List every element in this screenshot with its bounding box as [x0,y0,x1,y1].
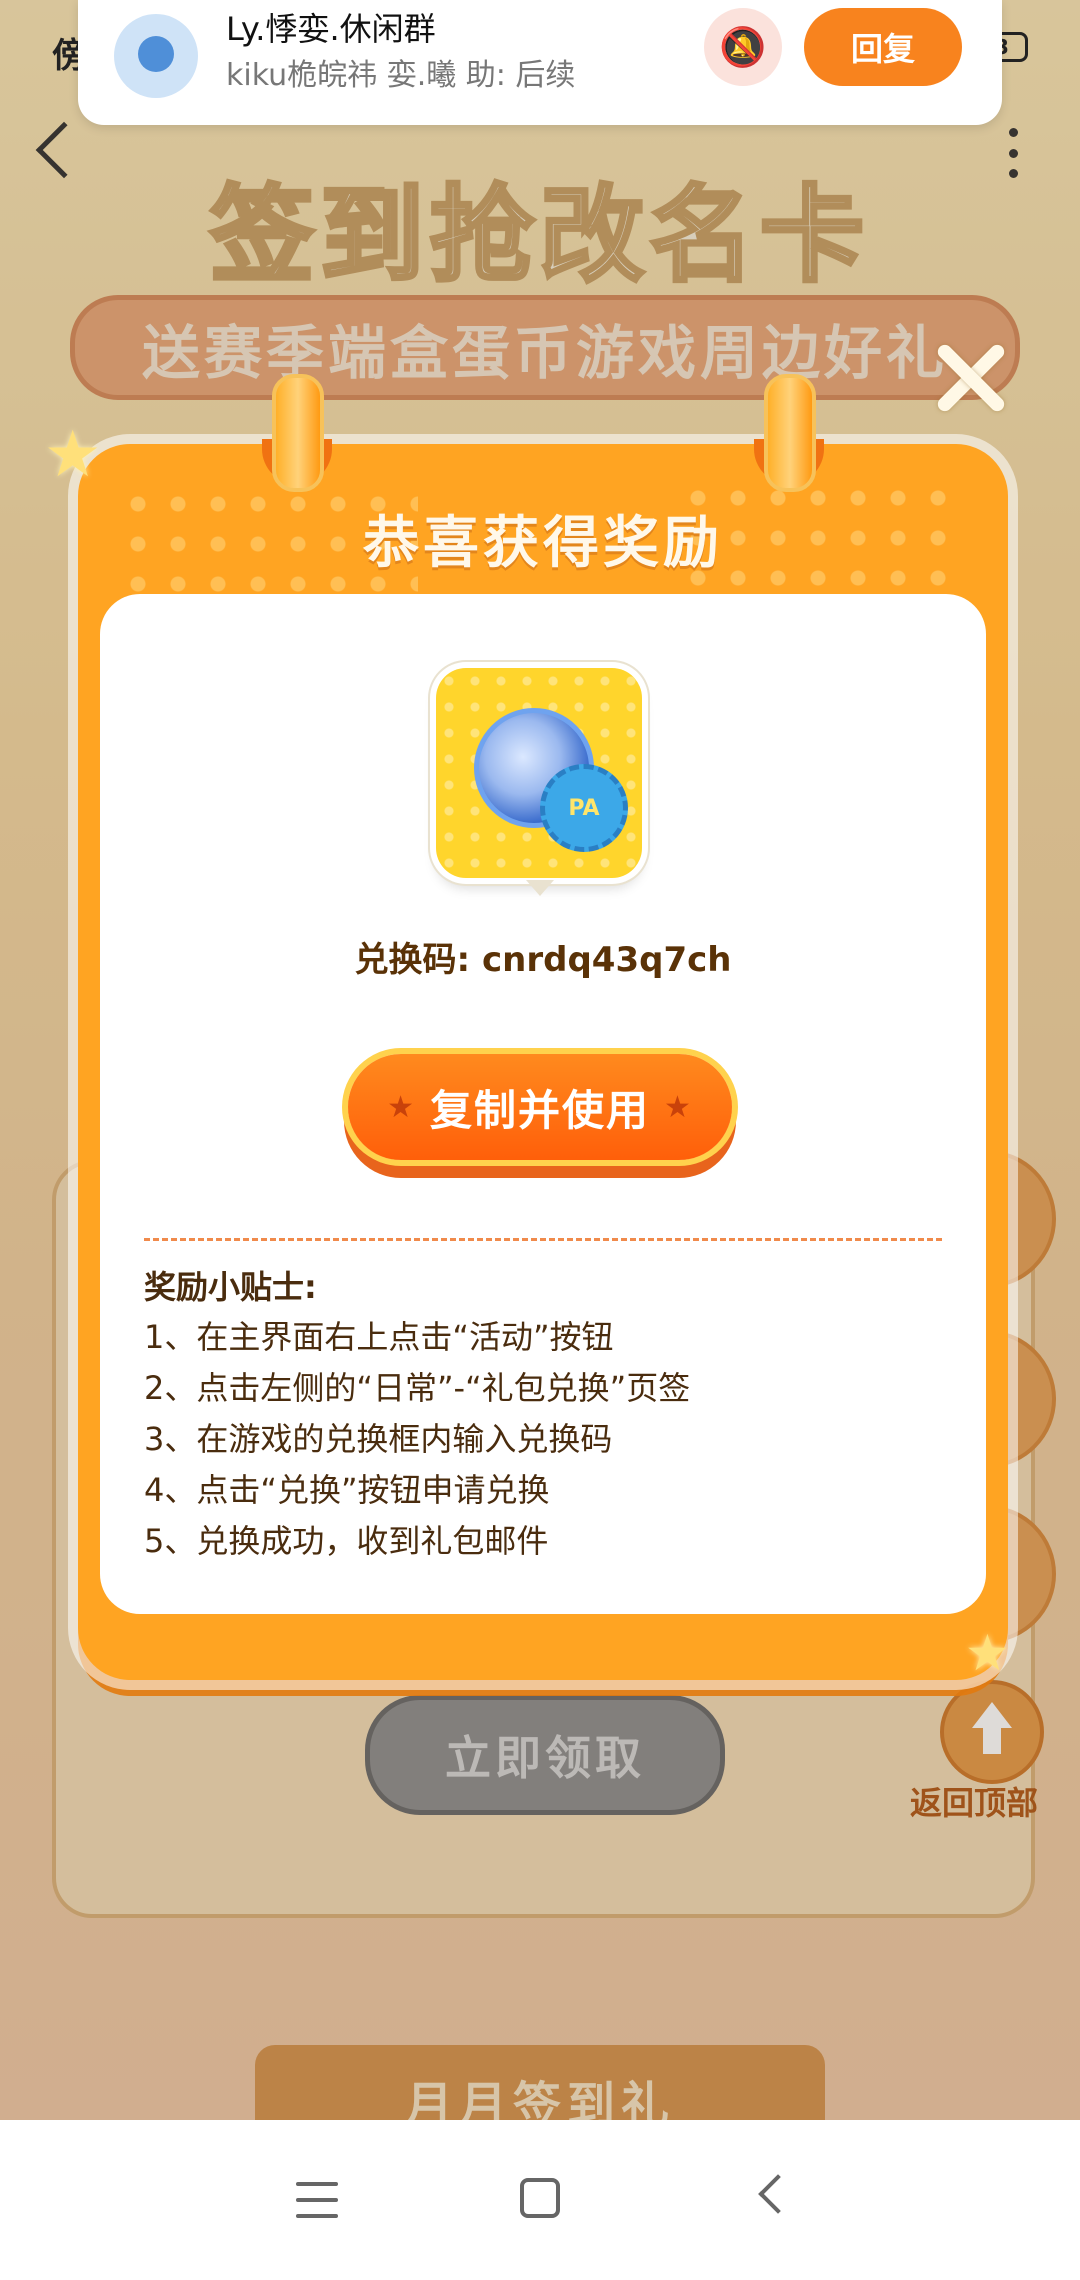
redeem-code-value[interactable]: cnrdq43q7ch [482,940,731,980]
star-icon: ★ [664,1089,693,1125]
card-pointer [526,880,554,896]
bottle-cap-icon: PA [540,764,628,852]
tip-item: 5、兑换成功，收到礼包邮件 [144,1522,549,1560]
tip-item: 3、在游戏的兑换框内输入兑换码 [144,1420,613,1458]
bell-off-icon[interactable]: 🔕 [704,8,782,86]
redeem-code-label: 兑换码: [354,940,471,980]
reward-modal: 恭喜获得奖励 PA 兑换码: cnrdq43q7ch ★ 复制并使用 ★ 奖励小… [78,374,1008,1680]
close-icon[interactable] [930,338,1010,418]
notification-banner[interactable]: Ly.悸娈.休闲群 kiku桅皖祎 娈.曦 助: 后续 🔕 回复 [78,0,1002,125]
copy-and-use-label: 复制并使用 [429,1085,650,1135]
group-avatar [114,14,198,98]
notification-body: kiku桅皖祎 娈.曦 助: 后续 [226,58,576,93]
sparkle-icon: ★ [44,418,102,492]
modal-content: PA 兑换码: cnrdq43q7ch ★ 复制并使用 ★ 奖励小贴士: 1、在… [100,594,986,1614]
redeem-code[interactable]: 兑换码: cnrdq43q7ch [100,932,986,981]
sparkle-icon: ★ [965,1624,1010,1682]
copy-and-use-button[interactable]: ★ 复制并使用 ★ [348,1054,732,1160]
system-nav-bar [0,2120,1080,2280]
binder-ring [764,374,816,492]
nav-back-icon[interactable] [758,2174,798,2214]
reply-button[interactable]: 回复 [804,8,962,86]
dashed-divider [144,1238,942,1241]
reward-item-card: PA [436,668,642,878]
tips-list: 1、在主界面右上点击“活动”按钮 2、点击左侧的“日常”-“礼包兑换”页签 3、… [144,1312,690,1567]
modal-title: 恭喜获得奖励 [363,511,723,576]
star-icon: ★ [387,1089,416,1125]
tip-item: 1、在主界面右上点击“活动”按钮 [144,1318,614,1356]
tips-title: 奖励小贴士: [144,1268,317,1306]
notification-title: Ly.悸娈.休闲群 [226,10,436,48]
tip-item: 4、点击“兑换”按钮申请兑换 [144,1471,550,1509]
home-icon[interactable] [520,2178,560,2218]
recent-apps-icon[interactable] [296,2182,338,2218]
binder-ring [272,374,324,492]
tip-item: 2、点击左侧的“日常”-“礼包兑换”页签 [144,1369,691,1407]
